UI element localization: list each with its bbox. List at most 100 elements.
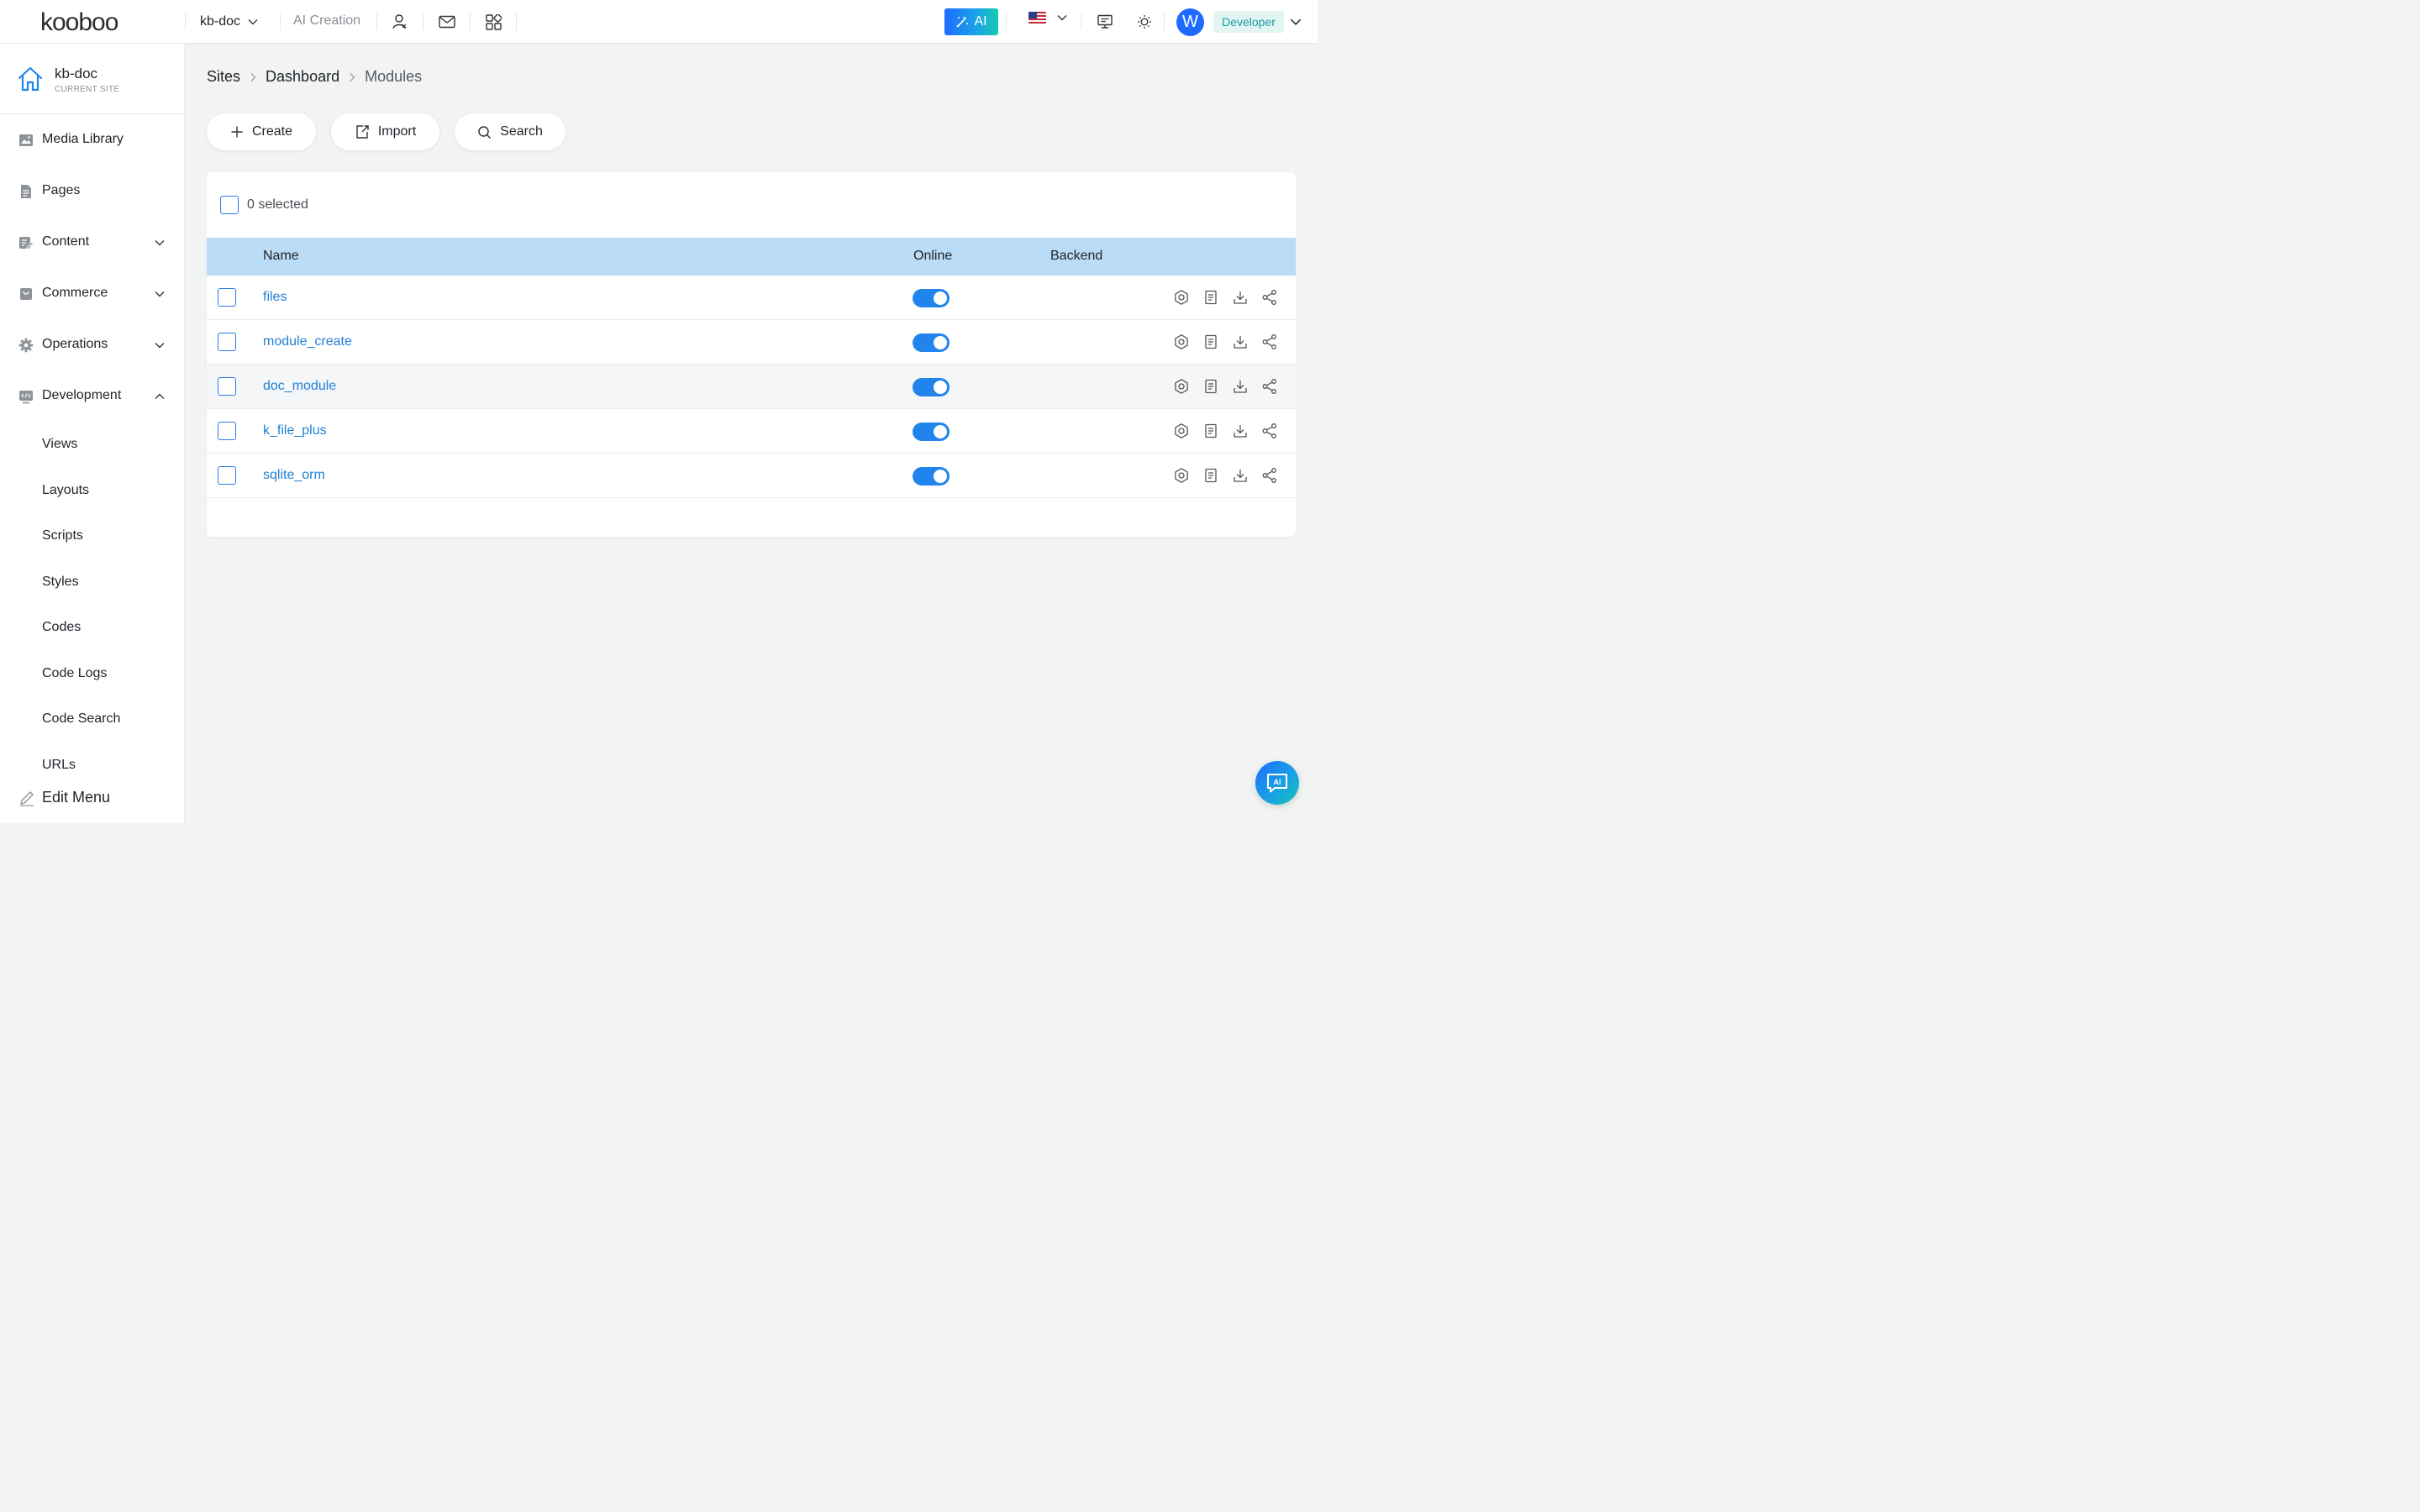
document-icon[interactable]	[1202, 467, 1219, 484]
current-site-header[interactable]: kb-doc CURRENT SITE	[0, 44, 185, 114]
column-header-backend[interactable]: Backend	[1050, 249, 1102, 264]
apps-grid-icon[interactable]	[483, 12, 503, 32]
sidebar-item-development[interactable]: Development	[0, 379, 185, 412]
breadcrumb-sites[interactable]: Sites	[207, 68, 240, 86]
sidebar-subitem-styles[interactable]: Styles	[42, 575, 79, 590]
ai-chat-icon: AI	[1267, 774, 1287, 793]
online-toggle[interactable]	[913, 333, 950, 352]
select-all-control: 0 selected	[220, 196, 308, 214]
row-actions	[1173, 333, 1278, 350]
column-header-name[interactable]: Name	[263, 249, 299, 264]
module-name-link[interactable]: doc_module	[263, 379, 336, 394]
divider	[470, 13, 471, 30]
chevron-down-icon[interactable]	[1289, 15, 1302, 29]
display-icon[interactable]	[1095, 12, 1115, 32]
site-switcher[interactable]: kb-doc	[200, 12, 259, 32]
module-name-link[interactable]: module_create	[263, 334, 352, 349]
search-button[interactable]: Search	[455, 113, 566, 150]
edit-document-icon	[19, 237, 34, 249]
divider	[280, 13, 281, 30]
chevron-right-icon	[249, 72, 257, 82]
download-icon[interactable]	[1232, 378, 1249, 395]
sidebar-subitem-layouts[interactable]: Layouts	[42, 483, 89, 498]
theme-sun-icon[interactable]	[1134, 12, 1155, 32]
row-checkbox[interactable]	[218, 466, 236, 485]
users-icon[interactable]	[390, 12, 410, 32]
import-button-label: Import	[377, 124, 417, 139]
avatar[interactable]: W	[1176, 8, 1204, 36]
import-button[interactable]: Import	[331, 113, 439, 150]
download-icon[interactable]	[1232, 423, 1249, 439]
document-icon[interactable]	[1202, 289, 1219, 306]
sidebar-item-label: Media Library	[42, 132, 124, 146]
edit-menu-button[interactable]: Edit Menu	[0, 781, 185, 815]
sidebar-subitem-codes[interactable]: Codes	[42, 620, 81, 635]
sidebar-subitem-code-search[interactable]: Code Search	[42, 711, 120, 727]
current-site-caption: CURRENT SITE	[55, 85, 120, 94]
share-icon[interactable]	[1261, 333, 1278, 350]
chevron-down-icon	[248, 19, 258, 25]
module-name-link[interactable]: sqlite_orm	[263, 468, 325, 483]
document-icon[interactable]	[1202, 378, 1219, 395]
create-button[interactable]: Create	[207, 113, 316, 150]
settings-icon[interactable]	[1173, 289, 1190, 306]
row-checkbox[interactable]	[218, 288, 236, 307]
settings-icon[interactable]	[1173, 467, 1190, 484]
sidebar-item-label: Content	[42, 234, 90, 249]
document-icon[interactable]	[1202, 423, 1219, 439]
sidebar-item-content[interactable]: Content	[0, 225, 185, 259]
share-icon[interactable]	[1261, 378, 1278, 395]
share-icon[interactable]	[1261, 289, 1278, 306]
breadcrumb-modules: Modules	[365, 68, 423, 85]
sidebar-item-label: Commerce	[42, 286, 108, 300]
ai-button[interactable]: AI	[944, 8, 998, 35]
sidebar-item-operations[interactable]: Operations	[0, 328, 185, 361]
document-icon[interactable]	[1202, 333, 1219, 350]
ai-button-label: AI	[974, 14, 987, 29]
sidebar-item-label: Operations	[42, 337, 108, 351]
share-icon[interactable]	[1261, 423, 1278, 439]
module-name-link[interactable]: k_file_plus	[263, 423, 327, 438]
settings-icon[interactable]	[1173, 333, 1190, 350]
sidebar: kb-doc CURRENT SITE Media Library Pages …	[0, 44, 185, 823]
online-toggle[interactable]	[913, 467, 950, 486]
sidebar-item-media-library[interactable]: Media Library	[0, 123, 185, 156]
mail-icon[interactable]	[437, 12, 457, 32]
online-toggle[interactable]	[913, 423, 950, 441]
ai-creation-link[interactable]: AI Creation	[293, 13, 360, 29]
sidebar-subitem-views[interactable]: Views	[42, 437, 77, 452]
breadcrumb: Sites Dashboard Modules	[207, 68, 422, 86]
sidebar-subitem-code-logs[interactable]: Code Logs	[42, 666, 107, 681]
sidebar-item-pages[interactable]: Pages	[0, 174, 185, 207]
row-checkbox[interactable]	[218, 422, 236, 440]
row-checkbox[interactable]	[218, 377, 236, 396]
settings-icon[interactable]	[1173, 378, 1190, 395]
sidebar-item-commerce[interactable]: Commerce	[0, 276, 185, 310]
divider	[376, 13, 377, 30]
settings-icon[interactable]	[1173, 423, 1190, 439]
breadcrumb-dashboard[interactable]: Dashboard	[266, 68, 339, 86]
download-icon[interactable]	[1232, 289, 1249, 306]
download-icon[interactable]	[1232, 333, 1249, 350]
module-name-link[interactable]: files	[263, 290, 287, 305]
svg-text:kooboo: kooboo	[40, 8, 118, 36]
online-toggle[interactable]	[913, 378, 950, 396]
kooboo-logo[interactable]: kooboo	[39, 7, 148, 37]
column-header-online[interactable]: Online	[913, 249, 952, 264]
language-selector[interactable]	[1028, 12, 1068, 24]
chevron-down-icon	[1057, 15, 1067, 21]
chevron-down-icon	[155, 343, 165, 349]
select-all-checkbox[interactable]	[220, 196, 239, 214]
magic-wand-icon	[956, 16, 969, 28]
sidebar-subitem-scripts[interactable]: Scripts	[42, 528, 83, 543]
table-header: Name Online Backend	[207, 238, 1296, 276]
share-icon[interactable]	[1261, 467, 1278, 484]
download-icon[interactable]	[1232, 467, 1249, 484]
chevron-down-icon	[155, 240, 165, 246]
row-actions	[1173, 378, 1278, 395]
row-checkbox[interactable]	[218, 333, 236, 351]
sidebar-subitem-urls[interactable]: URLs	[42, 758, 76, 773]
role-badge: Developer	[1213, 11, 1284, 33]
ai-assistant-button[interactable]: AI	[1255, 761, 1299, 805]
online-toggle[interactable]	[913, 289, 950, 307]
